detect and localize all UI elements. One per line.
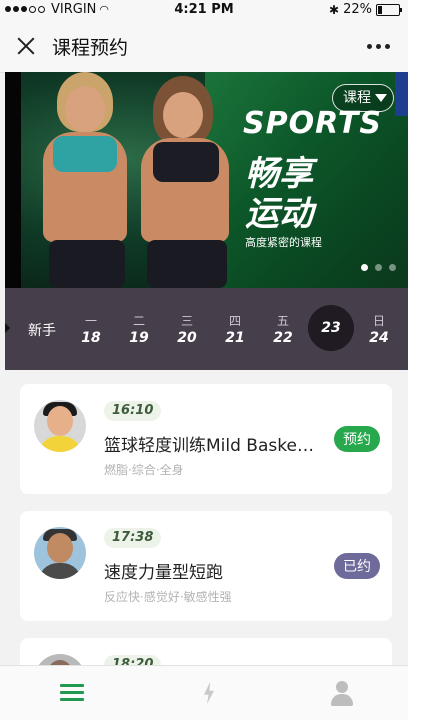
day-item[interactable]: 四 21 <box>215 312 255 346</box>
bolt-icon[interactable] <box>196 680 224 708</box>
bluetooth-icon: ✱ <box>329 2 340 17</box>
banner-subline: 高度紧密的课程 <box>245 236 322 249</box>
filter-icon <box>375 94 387 102</box>
title-bar: 课程预约 <box>0 20 408 73</box>
battery-percent: 22% <box>343 2 372 17</box>
course-card[interactable]: 17:38 速度力量型短跑 反应快·感觉好·敏感性强 已约 <box>20 511 392 621</box>
day-weekday: 三 <box>180 314 193 328</box>
close-icon[interactable] <box>14 34 38 58</box>
left-arrow-icon <box>5 323 10 333</box>
banner-headline: 畅享 运动 <box>245 154 313 234</box>
page-title: 课程预约 <box>52 37 129 59</box>
course-time: 17:38 <box>104 528 162 548</box>
date-strip: 新手 一 18 二 19 三 20 四 21 五 22 23 日 24 <box>5 288 408 370</box>
day-date: 20 <box>177 330 197 346</box>
course-list: 16:10 篮球轻度训练Mild Basket... 燃脂·综合·全身 预约 1… <box>5 370 408 720</box>
banner-headline-line2: 运动 <box>245 194 313 234</box>
day-date: 18 <box>81 330 101 346</box>
banner-side-logo <box>395 72 408 116</box>
pager-dot[interactable] <box>389 264 396 271</box>
athlete-image-left <box>35 72 145 288</box>
course-name: 速度力量型短跑 <box>104 563 223 583</box>
promo-banner[interactable]: 课程 SPORTS 畅享 运动 高度紧密的课程 <box>5 72 408 288</box>
more-icon[interactable] <box>367 44 390 49</box>
newbie-filter[interactable]: 新手 <box>28 320 56 340</box>
banner-pager[interactable] <box>361 264 396 271</box>
day-weekday: 二 <box>132 314 145 328</box>
course-tags: 燃脂·综合·全身 <box>104 463 184 477</box>
day-item-selected[interactable]: 23 <box>308 305 354 351</box>
banner-sports-text: SPORTS <box>243 106 382 141</box>
day-date: 22 <box>273 330 293 346</box>
coach-avatar <box>34 527 86 579</box>
day-date: 24 <box>369 330 389 346</box>
day-date: 23 <box>308 305 354 351</box>
day-date: 21 <box>225 330 245 346</box>
day-weekday: 四 <box>228 314 241 328</box>
athlete-image-right <box>135 72 245 288</box>
banner-left-strip <box>5 72 21 288</box>
user-icon[interactable] <box>328 680 356 708</box>
day-item[interactable]: 五 22 <box>263 312 303 346</box>
screen-edge <box>408 0 421 720</box>
course-name: 篮球轻度训练Mild Basket... <box>104 436 314 456</box>
book-button[interactable]: 预约 <box>334 426 380 452</box>
menu-icon[interactable] <box>58 680 86 708</box>
tab-bar <box>0 665 408 720</box>
pager-dot[interactable] <box>361 264 368 271</box>
booked-button[interactable]: 已约 <box>334 553 380 579</box>
day-date: 19 <box>129 330 149 346</box>
status-bar: VIRGIN ◠ 4:21 PM ✱ 22% <box>0 0 408 20</box>
battery-area: ✱ 22% <box>329 2 402 17</box>
banner-headline-line1: 畅享 <box>245 154 313 194</box>
pager-dot[interactable] <box>375 264 382 271</box>
day-weekday: 一 <box>84 314 97 328</box>
day-weekday: 日 <box>372 314 385 328</box>
day-weekday: 五 <box>276 314 289 328</box>
day-item[interactable]: 一 18 <box>71 312 111 346</box>
day-item[interactable]: 三 20 <box>167 312 207 346</box>
day-item[interactable]: 日 24 <box>359 312 399 346</box>
coach-avatar <box>34 400 86 452</box>
course-time: 16:10 <box>104 401 162 421</box>
battery-icon <box>376 3 402 16</box>
app-screen: VIRGIN ◠ 4:21 PM ✱ 22% 课程预约 课程 SPORTS 畅享… <box>0 0 408 720</box>
course-tags: 反应快·感觉好·敏感性强 <box>104 590 232 604</box>
course-card[interactable]: 16:10 篮球轻度训练Mild Basket... 燃脂·综合·全身 预约 <box>20 384 392 494</box>
day-item[interactable]: 二 19 <box>119 312 159 346</box>
